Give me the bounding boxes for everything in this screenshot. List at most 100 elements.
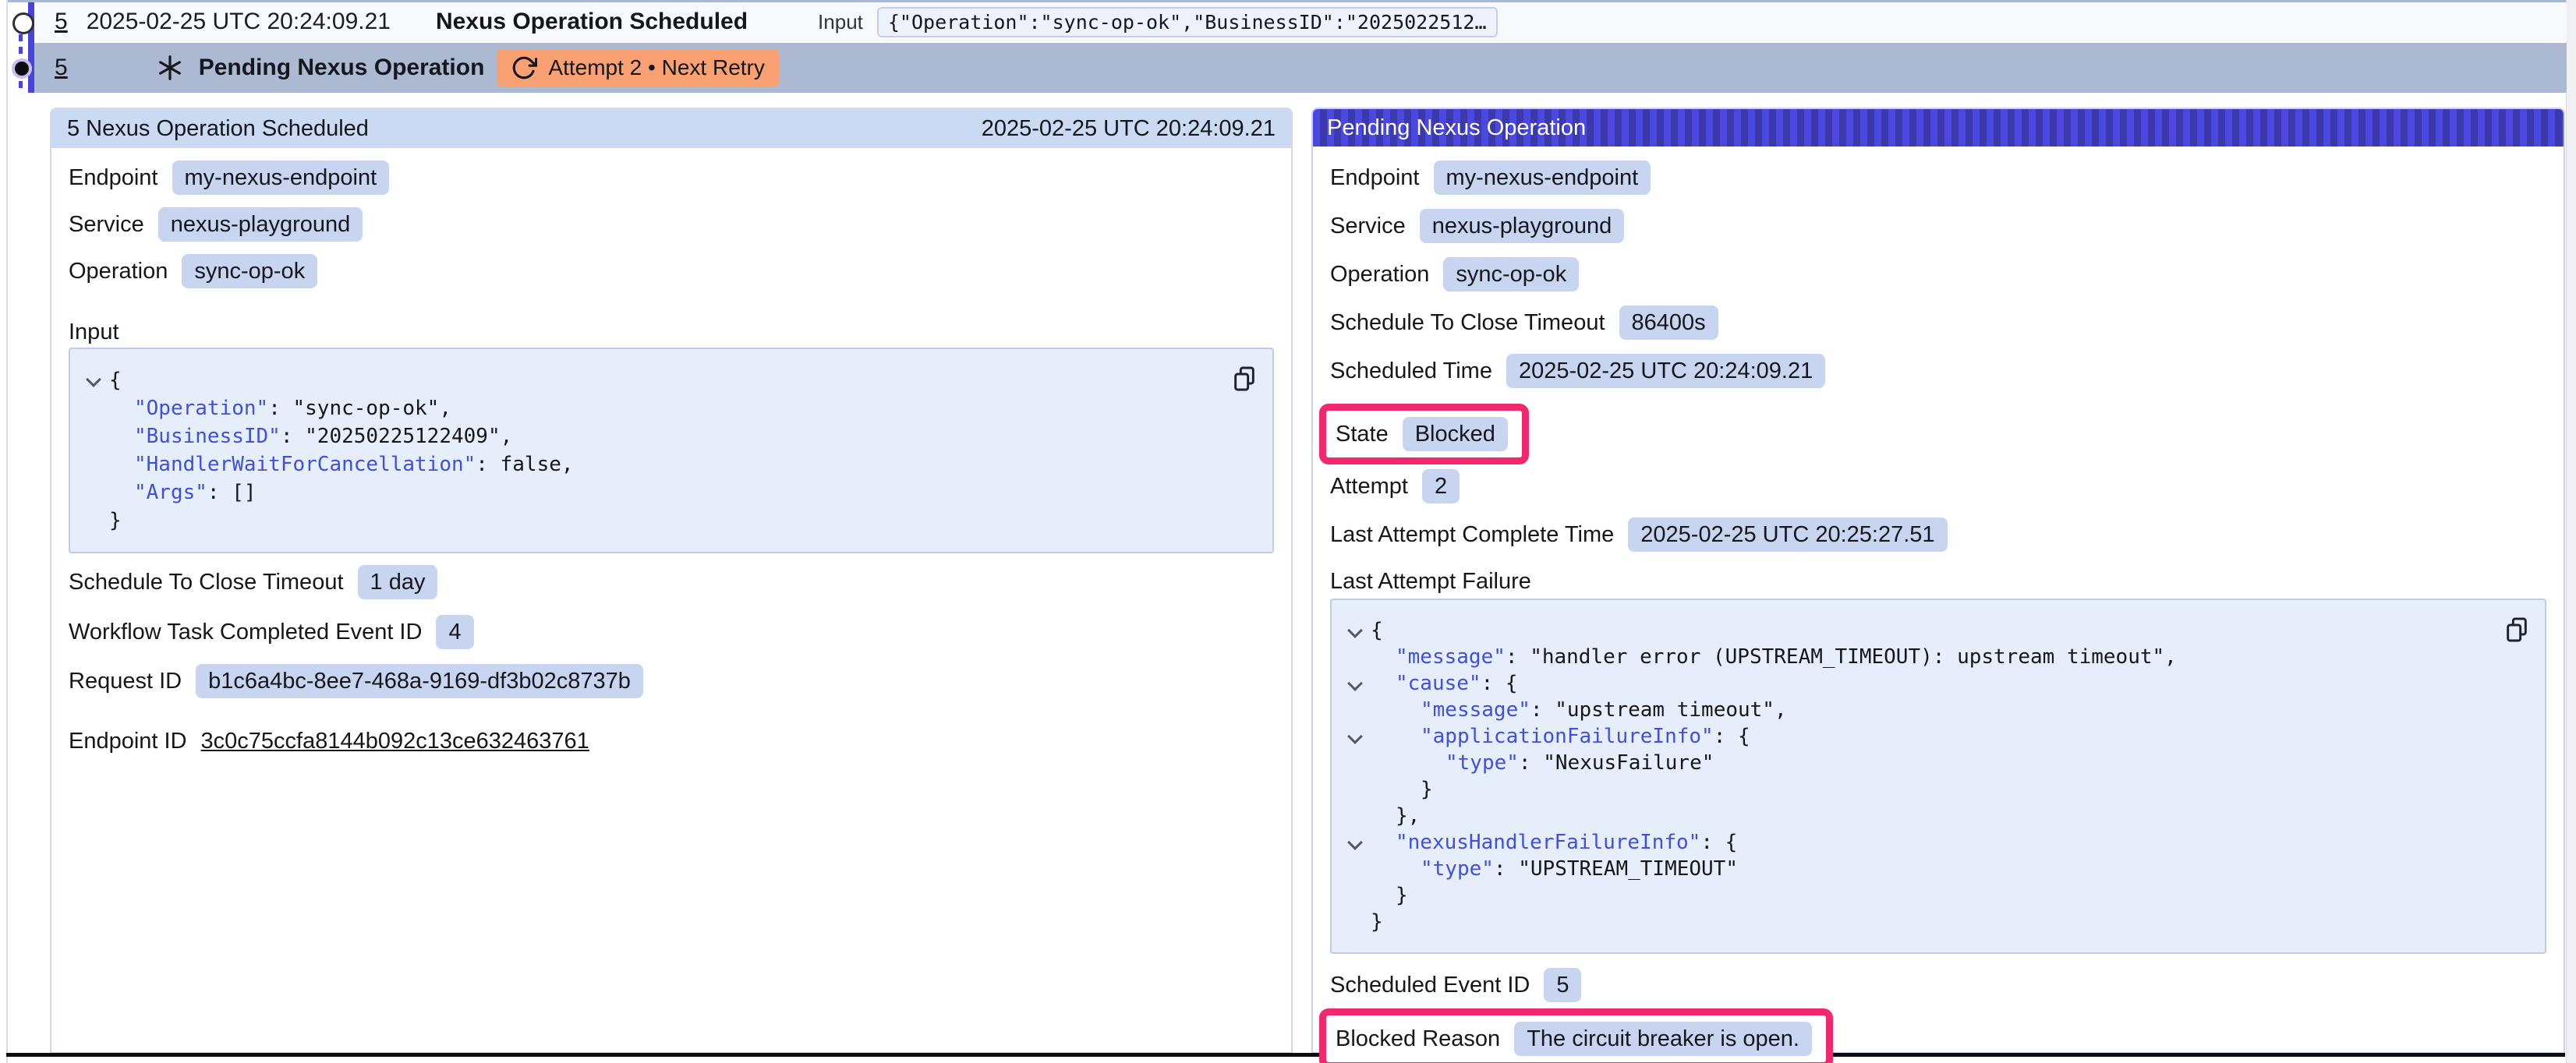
code-line: "HandlerWaitForCancellation": false, <box>78 450 1218 479</box>
code-line: { <box>1339 617 2490 644</box>
detail-row: Operation sync-op-ok <box>1330 257 2546 291</box>
detail-label: Scheduled Event ID <box>1330 973 1530 998</box>
copy-icon <box>1232 365 1257 393</box>
copy-icon <box>2504 616 2529 644</box>
code-line: "Operation": "sync-op-ok", <box>78 394 1218 422</box>
attempt-badge-text: Attempt 2 • Next Retry <box>548 55 764 80</box>
event-detail-rows: Endpoint my-nexus-endpoint Service nexus… <box>69 161 1274 288</box>
endpoint-id-link[interactable]: 3c0c75ccfa8144b092c13ce632463761 <box>201 729 589 754</box>
code-line: }, <box>1339 803 2490 829</box>
detail-label: Last Attempt Complete Time <box>1330 522 1614 548</box>
detail-label: Scheduled Time <box>1330 358 1492 384</box>
scheduled-event-id-row: Scheduled Event ID 5 <box>1330 968 2546 1002</box>
code-line: "message": "upstream timeout", <box>1339 697 2490 723</box>
chevron-down-icon[interactable] <box>86 372 101 387</box>
detail-row: Workflow Task Completed Event ID 4 <box>69 615 1274 649</box>
code-line: "type": "UPSTREAM_TIMEOUT" <box>1339 856 2490 882</box>
history-row-event[interactable]: 5 2025-02-25 UTC 20:24:09.21 Nexus Opera… <box>34 2 2567 41</box>
last-attempt-complete-row: Last Attempt Complete Time 2025-02-25 UT… <box>1330 517 2546 552</box>
detail-value-chip: 2 <box>1422 469 1460 503</box>
pending-title: Pending Nexus Operation <box>199 55 485 81</box>
detail-value-chip: b1c6a4bc-8ee7-468a-9169-df3b02c8737b <box>196 664 643 698</box>
code-line: "cause": { <box>1339 670 2490 697</box>
input-json-viewer: {"Operation": "sync-op-ok","BusinessID":… <box>69 348 1274 553</box>
retry-icon <box>511 55 537 81</box>
pending-operation-header: Pending Nexus Operation <box>1313 109 2564 147</box>
detail-label: Service <box>1330 214 1406 239</box>
detail-value-chip: 2025-02-25 UTC 20:25:27.51 <box>1628 517 1947 552</box>
failure-json-viewer: {"message": "handler error (UPSTREAM_TIM… <box>1330 599 2546 954</box>
blocked-reason-highlight-annotation: Blocked Reason The circuit breaker is op… <box>1319 1008 1833 1063</box>
chevron-down-icon[interactable] <box>1347 835 1363 850</box>
attempt-row: Attempt 2 <box>1330 469 2546 503</box>
history-row-pending-nexus[interactable]: 5 Pending Nexus Operation Attempt 2 • Ne… <box>34 43 2567 93</box>
detail-value-chip: 2025-02-25 UTC 20:24:09.21 <box>1506 354 1825 388</box>
detail-row: Endpoint my-nexus-endpoint <box>1330 161 2546 195</box>
endpoint-id-row: Endpoint ID 3c0c75ccfa8144b092c13ce63246… <box>69 724 1274 758</box>
code-line: } <box>1339 776 2490 803</box>
code-line: "Args": [] <box>78 479 1218 507</box>
event-input-preview: {"Operation":"sync-op-ok","BusinessID":"… <box>877 7 1498 37</box>
detail-value-chip: 1 day <box>358 565 438 599</box>
code-line: "type": "NexusFailure" <box>1339 750 2490 776</box>
detail-label: Schedule To Close Timeout <box>69 570 344 595</box>
detail-value-chip: sync-op-ok <box>182 254 317 288</box>
detail-label: Attempt <box>1330 474 1408 500</box>
detail-value-chip: nexus-playground <box>158 207 363 242</box>
event-timestamp: 2025-02-25 UTC 20:24:09.21 <box>87 9 391 35</box>
event-details-header-title: 5 Nexus Operation Scheduled <box>67 116 369 142</box>
detail-row: Scheduled Time 2025-02-25 UTC 20:24:09.2… <box>1330 354 2546 388</box>
detail-row: Request ID b1c6a4bc-8ee7-468a-9169-df3b0… <box>69 664 1274 698</box>
detail-row: Schedule To Close Timeout 86400s <box>1330 305 2546 340</box>
input-section-label: Input <box>69 316 1274 348</box>
event-detail-rows-2: Schedule To Close Timeout 1 day Workflow… <box>69 565 1274 758</box>
copy-button[interactable] <box>1232 365 1257 393</box>
event-details-header: 5 Nexus Operation Scheduled 2025-02-25 U… <box>51 109 1291 148</box>
timeline-node-filled-icon[interactable] <box>12 58 32 79</box>
timeline-node-open-icon[interactable] <box>12 12 34 34</box>
pending-asterisk-icon <box>155 53 185 83</box>
detail-label: Operation <box>1330 262 1429 288</box>
chevron-down-icon[interactable] <box>1347 729 1363 744</box>
state-highlight-annotation: State Blocked <box>1319 404 1529 464</box>
event-title: Nexus Operation Scheduled <box>436 9 748 35</box>
code-line: } <box>78 507 1218 535</box>
code-line: } <box>1339 882 2490 909</box>
detail-label: Operation <box>69 259 168 284</box>
detail-value-chip: 86400s <box>1619 305 1718 340</box>
detail-value-chip: nexus-playground <box>1420 209 1625 243</box>
detail-row: Service nexus-playground <box>69 207 1274 242</box>
timeline-connector <box>19 81 23 94</box>
pending-operation-panel: Pending Nexus Operation Endpoint my-nexu… <box>1311 108 2565 1054</box>
detail-value-chip: sync-op-ok <box>1443 257 1579 291</box>
chevron-down-icon[interactable] <box>1347 676 1363 691</box>
detail-value-chip: my-nexus-endpoint <box>172 161 390 195</box>
details-bottom-divider <box>6 1053 2565 1057</box>
code-line: "BusinessID": "20250225122409", <box>78 422 1218 450</box>
timeline-connector <box>19 34 23 57</box>
pending-id-link[interactable]: 5 <box>55 55 68 81</box>
blocked-reason-label: Blocked Reason <box>1336 1026 1500 1052</box>
pending-operation-header-title: Pending Nexus Operation <box>1327 115 1586 141</box>
state-value-chip: Blocked <box>1403 417 1508 451</box>
detail-row: Endpoint my-nexus-endpoint <box>69 161 1274 195</box>
detail-value-chip: 4 <box>436 615 473 649</box>
event-details-header-time: 2025-02-25 UTC 20:24:09.21 <box>982 116 1276 142</box>
chevron-down-icon[interactable] <box>1347 623 1363 638</box>
code-line: "message": "handler error (UPSTREAM_TIME… <box>1339 644 2490 670</box>
code-line: "nexusHandlerFailureInfo": { <box>1339 829 2490 856</box>
copy-button[interactable] <box>2504 616 2529 644</box>
event-id-link[interactable]: 5 <box>55 9 68 35</box>
scrollbar-track[interactable] <box>2566 0 2576 1063</box>
event-input-label: Input <box>818 10 863 34</box>
code-line: { <box>78 366 1218 394</box>
blocked-reason-value-chip: The circuit breaker is open. <box>1514 1022 1812 1056</box>
detail-label: Endpoint ID <box>69 729 187 754</box>
detail-row: Service nexus-playground <box>1330 209 2546 243</box>
left-divider <box>6 0 8 1063</box>
last-attempt-failure-label: Last Attempt Failure <box>1330 566 2546 597</box>
state-label: State <box>1336 422 1389 447</box>
detail-value-chip: my-nexus-endpoint <box>1434 161 1651 195</box>
detail-row: Operation sync-op-ok <box>69 254 1274 288</box>
detail-value-chip: 5 <box>1544 968 1581 1002</box>
